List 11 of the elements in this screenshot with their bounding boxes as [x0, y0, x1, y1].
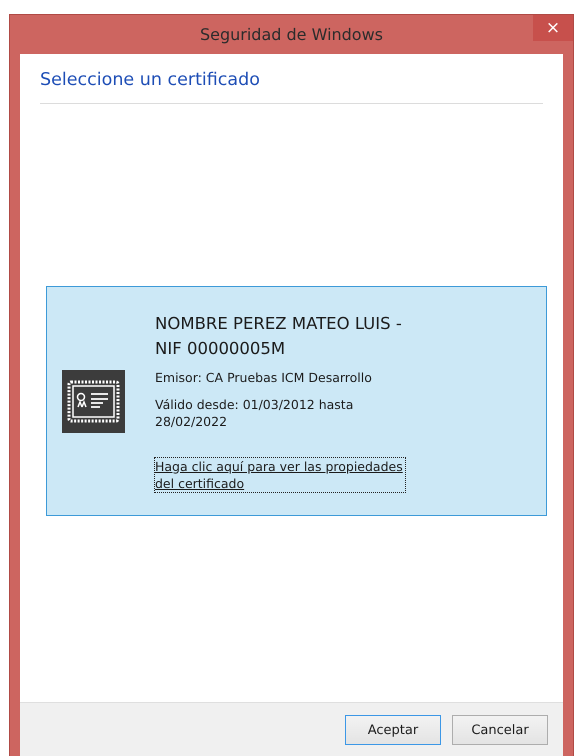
validity-text: Válido desde: 01/03/2012 hasta 28/02/2022 [155, 396, 354, 430]
window-title: Seguridad de Windows [200, 25, 384, 44]
certificate-icon [62, 370, 125, 432]
certificate-card[interactable]: NOMBRE PEREZ MATEO LUIS - NIF 00000005M Emisor: CA Pruebas ICM Desarrollo Válido desde: 01/03/2012 hasta 28/02/2022 Haga clic aquí para ver las propiedades del certificado [46, 286, 547, 516]
cancel-button[interactable]: Cancelar [452, 715, 548, 745]
close-button[interactable]: × [533, 15, 573, 41]
issuer-text: Emisor: CA Pruebas ICM Desarrollo [155, 368, 373, 386]
dialog-heading: Seleccione un certificado [40, 70, 543, 104]
certificate-properties-link[interactable]: Haga clic aquí para ver las propiedades del certificado [155, 458, 405, 492]
accept-button[interactable]: Aceptar [345, 715, 441, 745]
certificate-name: NOMBRE PEREZ MATEO LUIS - NIF 00000005M [155, 312, 403, 360]
